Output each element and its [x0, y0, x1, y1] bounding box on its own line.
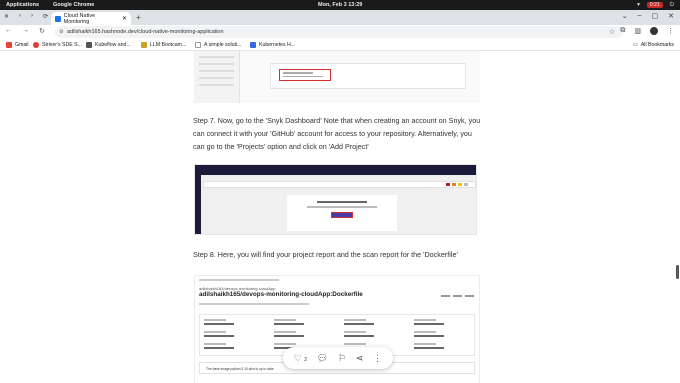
- screenshot-sidebar: [194, 51, 240, 103]
- forward-tab-icon[interactable]: ›: [31, 13, 33, 20]
- bookmarks-bar: Gmail Striver's SDE S... Kubeflow and...…: [0, 40, 680, 51]
- page-scrollbar[interactable]: [676, 265, 679, 279]
- system-bar: Applications Google Chrome Mon, Feb 3 13…: [0, 0, 680, 10]
- bookmark-kubeflow[interactable]: Kubeflow and...: [86, 42, 131, 48]
- tab-title: Cloud Native Monitoring: [63, 12, 96, 25]
- report-meta: [199, 303, 309, 305]
- tab-active[interactable]: Cloud Native Monitoring ✕: [51, 12, 131, 25]
- tab-close-icon[interactable]: ✕: [4, 13, 9, 20]
- like-count: 2: [303, 356, 308, 363]
- tab-nav-icon[interactable]: ⟳: [43, 13, 48, 20]
- maximize-icon[interactable]: ▢: [652, 12, 659, 20]
- tab-search-icon[interactable]: ⌄: [622, 12, 628, 20]
- new-tab-icon[interactable]: +: [136, 13, 141, 22]
- report-issue-text: The base image python:3.10-slim is up to…: [206, 367, 274, 371]
- site-favicon-icon: [55, 15, 61, 22]
- power-icon[interactable]: ⏻: [670, 2, 674, 9]
- side-panel-icon[interactable]: ▥: [634, 27, 641, 35]
- extensions-icon[interactable]: ⧉: [620, 27, 625, 35]
- url-text[interactable]: adilshaikh165.hashnode.dev/cloud-native-…: [67, 29, 224, 35]
- page-icon: [195, 42, 201, 48]
- all-bookmarks[interactable]: ▭ All Bookmarks: [633, 42, 674, 48]
- like-button[interactable]: ♡ 2: [294, 353, 307, 364]
- snyk-project-row: [203, 181, 476, 188]
- screenshot-snyk-dashboard: [194, 164, 477, 235]
- snyk-severity-badges: [446, 183, 468, 186]
- share-icon[interactable]: ⋖: [356, 353, 364, 364]
- profile-avatar[interactable]: [650, 27, 658, 35]
- kubeflow-icon: [86, 42, 92, 48]
- gmail-icon: [6, 42, 12, 48]
- bookmark-simple-solution[interactable]: A simple soluti...: [195, 42, 241, 48]
- more-options-icon[interactable]: ⋮: [373, 353, 382, 364]
- striver-icon: [33, 42, 39, 48]
- heart-icon: ♡: [293, 352, 302, 363]
- bookmark-kubernetes[interactable]: Kubernetes H...: [250, 42, 295, 48]
- bookmark-llm[interactable]: LLM Bootcam...: [141, 42, 186, 48]
- page-content: Step 7. Now, go to the 'Snyk Dashboard' …: [0, 51, 680, 383]
- apps-menu[interactable]: Applications: [6, 2, 39, 8]
- comment-icon[interactable]: 💬︎: [317, 353, 328, 364]
- step8-text: Step 8. Here, you will find your project…: [193, 250, 458, 259]
- report-title: adilshaikh165/devops-monitoring-cloudApp…: [199, 291, 363, 298]
- close-tab-icon[interactable]: ✕: [122, 15, 127, 22]
- screenshot-highlight-box: [279, 69, 331, 81]
- report-breadcrumb: [199, 279, 279, 281]
- forward-icon[interactable]: →: [22, 27, 29, 35]
- active-app: Google Chrome: [53, 2, 95, 8]
- browser-toolbar: ← → ↻ ⌂ ⚙ adilshaikh165.hashnode.dev/clo…: [0, 25, 680, 40]
- floating-action-bar: ♡ 2 💬︎ ⚐ ⋖ ⋮: [283, 347, 393, 369]
- address-bar[interactable]: ⚙ adilshaikh165.hashnode.dev/cloud-nativ…: [55, 26, 623, 38]
- reload-icon[interactable]: ↻: [39, 27, 45, 35]
- bookmark-star-icon[interactable]: ☆: [609, 28, 615, 36]
- clock[interactable]: Mon, Feb 3 13:29: [318, 2, 362, 8]
- minimize-icon[interactable]: –: [638, 12, 642, 20]
- llm-icon: [141, 42, 147, 48]
- step7-text: Step 7. Now, go to the 'Snyk Dashboard' …: [193, 116, 481, 151]
- bookmark-icon[interactable]: ⚐: [338, 353, 346, 364]
- snyk-add-project-card: [287, 195, 397, 231]
- screenshot-snyk-settings: [194, 51, 480, 103]
- snyk-sidebar: [195, 175, 201, 234]
- bookmark-gmail[interactable]: Gmail: [6, 42, 29, 48]
- window-close-icon[interactable]: ✕: [668, 12, 674, 20]
- menu-icon[interactable]: ⋮: [667, 27, 674, 35]
- kubernetes-icon: [250, 42, 256, 48]
- report-tabs: [441, 295, 474, 297]
- back-icon[interactable]: ←: [5, 27, 12, 35]
- folder-icon: ▭: [632, 42, 638, 48]
- tab-bar: ✕ ‹ › ⟳ Cloud Native Monitoring ✕ + ⌄ – …: [0, 10, 680, 25]
- wifi-icon[interactable]: ▾: [637, 2, 640, 8]
- bookmark-striver[interactable]: Striver's SDE S...: [33, 42, 82, 48]
- snyk-topbar: [195, 165, 476, 175]
- site-info-icon[interactable]: ⚙: [59, 29, 63, 35]
- back-tab-icon[interactable]: ‹: [19, 13, 21, 20]
- battery-indicator[interactable]: 0:21: [646, 2, 663, 8]
